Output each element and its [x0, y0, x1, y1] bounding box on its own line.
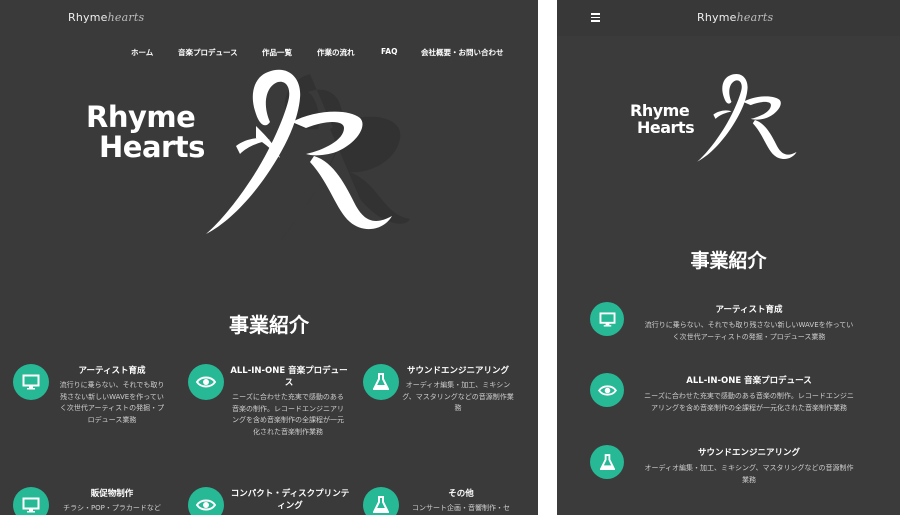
monitor-icon — [22, 374, 40, 390]
mobile-service-desc-sound-line2: 業務 — [742, 476, 756, 485]
service-icon-allinone — [188, 364, 224, 400]
service-title-cd: コンパクト・ディスクプリンティング — [230, 489, 350, 512]
service-title-artist: アーティスト育成 — [78, 366, 146, 376]
service-desc-allinone: ニーズに合わせた充実で感動のある音楽の制作。レコードエンジニアリングを含め音楽制… — [232, 393, 344, 436]
hero-title-line1: Rhyme — [86, 100, 196, 134]
service-title-allinone: ALL-IN-ONE 音楽プロデュース — [230, 366, 348, 389]
section-title: 事業紹介 — [229, 313, 309, 337]
mobile-brand-logo[interactable]: Rhymehearts — [697, 11, 773, 24]
hero-logo-mark — [206, 69, 392, 235]
service-desc-sound: オーディオ編集・加工、ミキシング、マスタリングなどの音源制作業務 — [402, 381, 514, 413]
mobile-header: Rhymehearts — [557, 0, 900, 36]
mobile-service-icon-artist — [590, 302, 624, 336]
eye-icon — [196, 376, 216, 388]
mobile-service-title-sound: サウンドエンジニアリング — [697, 448, 800, 458]
mobile-service-desc-sound-line1: オーディオ編集・加工、ミキシング、マスタリングなどの音源制作 — [644, 464, 854, 472]
mobile-view: Rhymehearts Rhyme Hearts 事業紹介 アーティスト育成 流… — [557, 0, 900, 515]
eye-icon — [196, 499, 216, 511]
hero-title-line2: Hearts — [99, 129, 205, 164]
mobile-service-desc-allinone-line1: ニーズに合わせた充実で感動のある音楽の制作。レコードエンジニ — [644, 392, 854, 400]
mobile-brand-part2: hearts — [736, 11, 774, 24]
mobile-hero-title: Rhyme Hearts — [630, 102, 695, 137]
service-desc-other: コンサート企画・音響制作・セ — [412, 504, 510, 512]
flask-icon — [373, 373, 389, 390]
mobile-section-title: 事業紹介 — [690, 250, 767, 272]
service-icon-sound — [363, 364, 399, 400]
mobile-service-icon-allinone — [590, 373, 624, 407]
service-desc-promo: チラシ・POP・プラカードなど — [63, 504, 161, 512]
eye-icon — [597, 384, 617, 396]
mobile-service-desc-artist-line2: く次世代アーティストの発掘・プロデュース業務 — [672, 333, 826, 342]
monitor-icon — [22, 497, 40, 513]
mobile-hero-logo-mark — [697, 73, 797, 162]
mobile-service-desc-sound: オーディオ編集・加工、ミキシング、マスタリングなどの音源制作 業務 — [629, 462, 869, 487]
mobile-hero-title-line2: Hearts — [637, 117, 695, 137]
mobile-service-icon-sound — [590, 445, 624, 479]
service-icon-promo — [13, 487, 49, 515]
flask-icon — [373, 496, 389, 513]
mobile-service-desc-allinone: ニーズに合わせた充実で感動のある音楽の制作。レコードエンジニ アリングを含め音楽… — [629, 390, 869, 415]
desktop-view: Rhymehearts ホーム 音楽プロデュース 作品一覧 作業の流れ FAQ … — [0, 0, 538, 515]
mobile-service-title-artist: アーティスト育成 — [715, 305, 783, 315]
service-desc-artist: 流行りに乗らない、それでも取り残さない新しいWAVEを作っていく次世代アーティス… — [59, 381, 165, 424]
mobile-service-desc-artist-line1: 流行りに乗らない、それでも取り残さない新しいWAVEを作ってい — [644, 321, 854, 329]
hero-title: Rhyme Hearts — [86, 100, 205, 164]
mobile-service-desc-artist: 流行りに乗らない、それでも取り残さない新しいWAVEを作ってい く次世代アーティ… — [629, 319, 869, 344]
service-title-promo: 販促物制作 — [90, 489, 134, 499]
mobile-service-title-allinone: ALL-IN-ONE 音楽プロデュース — [686, 376, 812, 386]
mobile-brand-part1: Rhyme — [697, 11, 737, 24]
service-icon-other — [363, 487, 399, 515]
flask-icon — [599, 453, 615, 470]
service-icon-artist — [13, 364, 49, 400]
monitor-icon — [599, 311, 615, 327]
service-icon-cd — [188, 487, 224, 515]
mobile-service-desc-allinone-line2: アリングを含め音楽制作の全課程が一元化された音楽制作業務 — [651, 404, 847, 413]
service-title-other: その他 — [448, 489, 474, 499]
service-title-sound: サウンドエンジニアリング — [406, 366, 509, 376]
hamburger-menu-icon[interactable] — [591, 13, 600, 22]
